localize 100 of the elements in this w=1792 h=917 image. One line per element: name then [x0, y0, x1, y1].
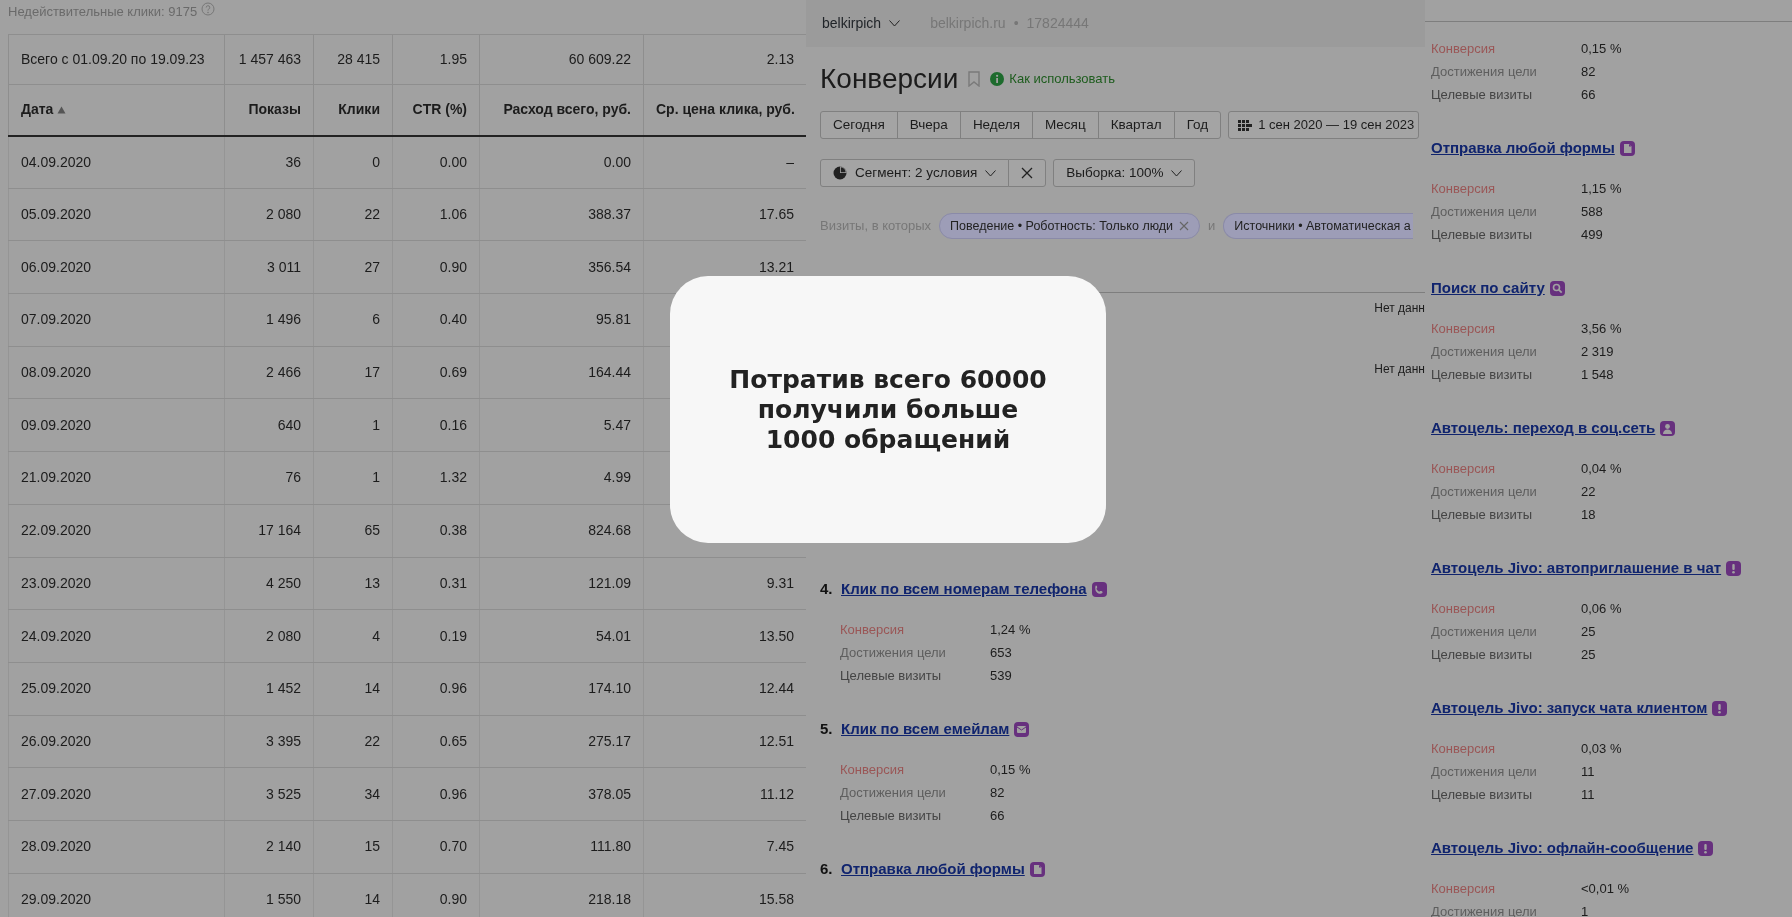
metric-value: 11 [1581, 785, 1595, 804]
info-icon [990, 72, 1005, 86]
no-data-label: Нет данн [1374, 361, 1425, 378]
table-cell: 21.09.2020 [8, 451, 225, 505]
table-cell: 3 525 [224, 767, 314, 821]
goal-title-link[interactable]: Клик по всем номерам телефона [841, 577, 1087, 601]
period-button[interactable]: Сегодня [820, 111, 898, 139]
period-button[interactable]: Неделя [959, 111, 1033, 139]
table-cell: 0 [313, 135, 393, 189]
table-cell: 3 395 [224, 715, 314, 768]
chevron-down-icon [1171, 169, 1183, 177]
table-cell: 76 [224, 451, 314, 505]
table-cell: 111.80 [479, 820, 644, 874]
column-header[interactable]: CTR (%) [392, 84, 480, 136]
table-cell: 95.81 [479, 293, 644, 347]
table-cell: 174.10 [479, 662, 644, 716]
metric-label: Конверсия [1431, 39, 1496, 58]
table-cell: 0.70 [392, 820, 480, 874]
table-cell: 4 [313, 609, 393, 663]
callout-text: Потратив всего 60000 получили больше 1000 обращений [729, 364, 1047, 455]
goal-number: 4. [820, 578, 834, 599]
bookmark-icon[interactable] [968, 71, 981, 87]
table-cell: 356.54 [479, 240, 644, 294]
metric-label: Целевые визиты [1431, 365, 1533, 384]
metric-label: Достижения цели [840, 783, 947, 802]
table-cell: 23.09.2020 [8, 557, 225, 610]
segment-dropdown[interactable]: Сегмент: 2 условия [820, 159, 1010, 187]
table-cell: 27 [313, 240, 393, 294]
metric-label: Конверсия [1431, 879, 1496, 898]
table-cell: 0.96 [392, 767, 480, 821]
metric-value: 18 [1581, 505, 1596, 524]
table-cell: 2 140 [224, 820, 314, 874]
goal-title-link[interactable]: Поиск по сайту [1431, 276, 1545, 300]
table-cell: 2 466 [224, 346, 314, 399]
metric-label: Достижения цели [1431, 62, 1538, 81]
counter-dropdown[interactable]: belkirpich [822, 13, 901, 34]
goal-title-link[interactable]: Клик по всем емейлам [841, 717, 1010, 741]
metric-label: Целевые визиты [840, 666, 942, 685]
table-cell: 28.09.2020 [8, 820, 225, 874]
metric-label: Достижения цели [1431, 202, 1538, 221]
table-cell: 0.38 [392, 504, 480, 557]
phone-icon [1091, 581, 1107, 597]
table-cell: 640 [224, 398, 314, 452]
sample-dropdown[interactable]: Выборка: 100% [1053, 159, 1196, 187]
column-header[interactable]: Показы [224, 84, 314, 136]
table-cell: 09.09.2020 [8, 398, 225, 452]
chevron-down-icon [889, 20, 901, 27]
table-cell: 4 250 [224, 557, 314, 610]
goal-title-link[interactable]: Отправка любой формы [1431, 136, 1615, 160]
metric-value: 0,15 % [1581, 39, 1622, 58]
table-cell: 0.65 [392, 715, 480, 768]
table-cell: 24.09.2020 [8, 609, 225, 663]
goal-title-link[interactable]: Отправка любой формы [841, 857, 1025, 881]
chevron-down-icon [985, 169, 997, 177]
metric-label: Целевые визиты [1431, 645, 1533, 664]
goal-title-link[interactable]: Автоцель Jivo: автоприглашение в чат [1431, 556, 1722, 580]
table-cell: 17 [313, 346, 393, 399]
table-cell: 22 [313, 188, 393, 241]
metric-label: Целевые визиты [1431, 785, 1533, 804]
table-cell: 34 [313, 767, 393, 821]
column-header[interactable]: Клики [313, 84, 393, 136]
column-header[interactable]: Дата [8, 84, 225, 136]
table-cell: 13 [313, 557, 393, 610]
document-icon [1619, 140, 1635, 156]
filter-chip[interactable]: Источники • Автоматическая а [1223, 213, 1413, 239]
total-cell: Всего с 01.09.20 по 19.09.23 [8, 34, 225, 85]
table-cell: 22 [313, 715, 393, 768]
period-button[interactable]: Квартал [1097, 111, 1175, 139]
column-header[interactable]: Расход всего, руб. [479, 84, 644, 136]
table-cell: 0.16 [392, 398, 480, 452]
goal-title-link[interactable]: Автоцель Jivo: запуск чата клиентом [1431, 696, 1708, 720]
metric-value: 11 [1581, 762, 1595, 781]
metric-label: Конверсия [1431, 739, 1496, 758]
table-cell: 0.00 [392, 135, 480, 189]
goal-number: 6. [820, 858, 834, 879]
metric-value: 0,15 % [990, 760, 1031, 779]
table-cell: 14 [313, 662, 393, 716]
table-cell: 164.44 [479, 346, 644, 399]
table-cell: 2 080 [224, 609, 314, 663]
close-icon [1021, 167, 1034, 179]
help-icon[interactable] [201, 2, 216, 16]
table-cell: 54.01 [479, 609, 644, 663]
total-cell: 60 609.22 [479, 34, 644, 85]
filter-chip[interactable]: Поведение • Роботность: Только люди [939, 213, 1201, 239]
close-button[interactable] [1008, 159, 1047, 187]
table-cell: 1.06 [392, 188, 480, 241]
goal-title-link[interactable]: Автоцель: переход в соц.сеть [1431, 416, 1656, 440]
exclamation-icon [1698, 840, 1714, 856]
metric-value: 66 [990, 806, 1005, 825]
metric-label: Конверсия [1431, 599, 1496, 618]
table-cell: 0.69 [392, 346, 480, 399]
period-button[interactable]: Вчера [896, 111, 961, 139]
metric-value: 22 [1581, 482, 1596, 501]
period-button[interactable]: Год [1173, 111, 1222, 139]
goal-title-link[interactable]: Автоцель Jivo: офлайн-сообщение [1431, 836, 1694, 860]
metric-value: 0,06 % [1581, 599, 1622, 618]
table-cell: 25.09.2020 [8, 662, 225, 716]
period-button[interactable]: Месяц [1031, 111, 1099, 139]
date-range-button[interactable]: 1 сен 2020 — 19 сен 2023 [1228, 111, 1420, 139]
table-cell: 1.32 [392, 451, 480, 505]
